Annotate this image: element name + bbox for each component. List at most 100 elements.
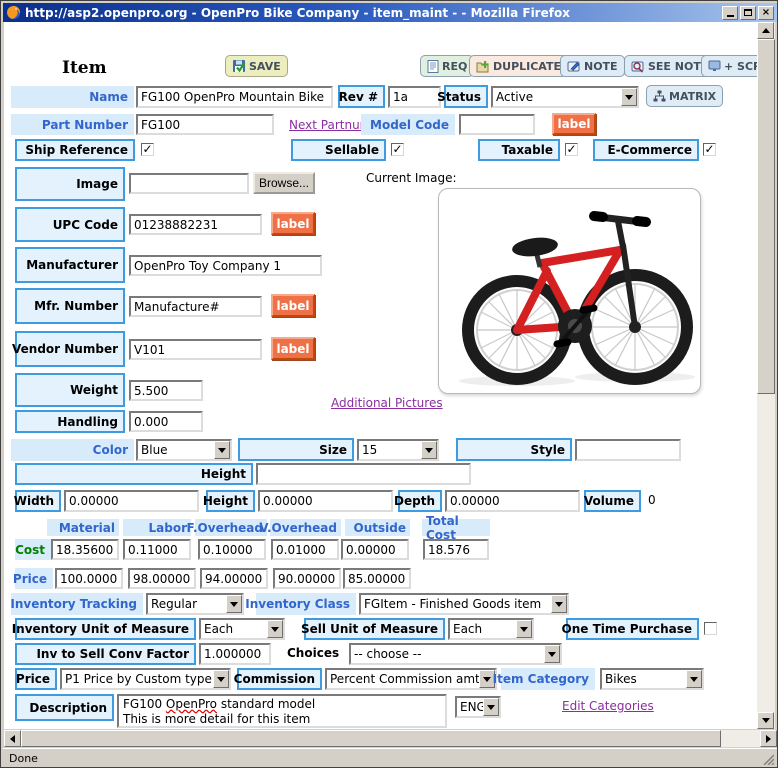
scroll-right-button[interactable] <box>760 730 777 747</box>
matrix-icon <box>653 90 666 102</box>
description-label: Description <box>15 694 114 721</box>
item-category-select[interactable]: Bikes <box>600 668 704 690</box>
width-input[interactable] <box>64 490 199 512</box>
chevron-down-icon[interactable] <box>621 88 637 106</box>
description-textarea[interactable]: FG100 OpenPro standard model This is mor… <box>117 694 447 728</box>
misspelled-word: OpenPro <box>166 697 217 711</box>
vertical-scroll-thumb[interactable] <box>757 39 775 394</box>
page-content: Item SAVE REQ DUPLICATE NOTE SEE NOTE + … <box>4 22 759 729</box>
title-bar[interactable]: http://asp2.openpro.org - OpenPro Bike C… <box>3 3 777 22</box>
vendor-number-input[interactable] <box>129 339 262 360</box>
vertical-scrollbar[interactable] <box>757 22 775 729</box>
style-input[interactable] <box>575 439 681 461</box>
cost-labor-input[interactable] <box>123 539 191 560</box>
status-select[interactable]: Active <box>491 86 639 108</box>
volume-label: Volume <box>584 490 641 512</box>
handling-input[interactable] <box>129 411 203 432</box>
total-cost-input[interactable] <box>423 539 489 560</box>
color-select[interactable]: Blue <box>136 439 232 461</box>
note-button[interactable]: NOTE <box>560 55 625 77</box>
chevron-down-icon[interactable] <box>551 595 567 613</box>
height-input[interactable] <box>256 463 471 485</box>
taxable-checkbox[interactable] <box>565 143 578 156</box>
depth-input[interactable] <box>445 490 580 512</box>
status-bar: Done <box>3 748 777 767</box>
inventory-class-select[interactable]: FGItem - Finished Goods item <box>359 593 569 615</box>
vendor-number-label: Vendor Number <box>15 331 125 367</box>
inventory-tracking-select[interactable]: Regular <box>146 593 244 615</box>
choices-select[interactable]: -- choose -- <box>349 643 562 665</box>
chevron-down-icon[interactable] <box>214 441 230 459</box>
one-time-purchase-checkbox[interactable] <box>704 622 717 635</box>
floppy-save-icon <box>232 59 246 73</box>
browse-button[interactable]: Browse... <box>253 172 315 194</box>
sellable-checkbox[interactable] <box>391 143 404 156</box>
price-5-input[interactable] <box>343 568 411 589</box>
mfr-number-input[interactable] <box>129 296 262 317</box>
mfr-label-button[interactable]: label <box>271 294 315 317</box>
rev-input[interactable] <box>388 86 441 108</box>
next-partnum-link[interactable]: Next Partnum <box>289 118 371 132</box>
name-input[interactable] <box>136 86 333 108</box>
language-select[interactable]: ENG <box>455 696 501 718</box>
req-button[interactable]: REQ <box>420 55 474 77</box>
weight-input[interactable] <box>129 380 203 401</box>
conv-factor-input[interactable] <box>199 643 271 665</box>
commission-select[interactable]: Percent Commission amt <box>325 668 497 690</box>
cost-voverhead-input[interactable] <box>271 539 339 560</box>
scroll-left-button[interactable] <box>4 730 21 747</box>
chevron-down-icon[interactable] <box>483 698 499 716</box>
horizontal-scroll-thumb[interactable] <box>21 730 721 747</box>
inventory-uom-select[interactable]: Each <box>199 618 285 640</box>
ecommerce-checkbox[interactable] <box>703 143 716 156</box>
cost-foverhead-input[interactable] <box>198 539 266 560</box>
taxable-label: Taxable <box>478 139 560 161</box>
price-type-select[interactable]: P1 Price by Custom type <box>60 668 231 690</box>
chevron-down-icon[interactable] <box>226 595 242 613</box>
add-screen-button[interactable]: + SCREEN <box>701 55 759 77</box>
scroll-up-button[interactable] <box>757 22 774 39</box>
cost-material-input[interactable] <box>51 539 119 560</box>
part-number-input[interactable] <box>136 114 274 135</box>
current-product-image <box>438 188 701 394</box>
chevron-down-icon[interactable] <box>267 620 283 638</box>
horizontal-scrollbar[interactable] <box>4 730 777 747</box>
chevron-down-icon[interactable] <box>544 645 560 663</box>
model-code-input[interactable] <box>459 114 535 135</box>
additional-pictures-link[interactable]: Additional Pictures <box>331 396 443 410</box>
close-button[interactable]: × <box>758 6 774 20</box>
volume-value: 0 <box>648 493 656 507</box>
price-1-input[interactable] <box>55 568 123 589</box>
chevron-down-icon[interactable] <box>686 670 702 688</box>
manufacturer-input[interactable] <box>129 255 322 276</box>
model-code-label-button[interactable]: label <box>552 113 596 135</box>
maximize-button[interactable] <box>740 6 756 20</box>
vendor-label-button[interactable]: label <box>271 337 315 360</box>
duplicate-button[interactable]: DUPLICATE <box>469 55 568 77</box>
note-pencil-icon <box>567 60 581 73</box>
scroll-down-button[interactable] <box>757 712 774 729</box>
col-header-foverhead: F.Overhead <box>195 519 267 536</box>
cost-outside-input[interactable] <box>341 539 409 560</box>
resize-grip-icon[interactable] <box>761 752 774 765</box>
price-4-input[interactable] <box>273 568 341 589</box>
image-input[interactable] <box>129 173 249 194</box>
chevron-down-icon[interactable] <box>516 620 532 638</box>
size-select[interactable]: 15 <box>357 439 439 461</box>
upc-label-button[interactable]: label <box>271 212 315 235</box>
inventory-class-label: Inventory Class <box>256 593 356 615</box>
height2-input[interactable] <box>258 490 393 512</box>
save-button[interactable]: SAVE <box>225 55 288 77</box>
image-label: Image <box>15 167 125 201</box>
matrix-button[interactable]: MATRIX <box>646 85 723 107</box>
minimize-button[interactable] <box>722 6 738 20</box>
chevron-down-icon[interactable] <box>213 670 229 688</box>
price-3-input[interactable] <box>200 568 268 589</box>
chevron-down-icon[interactable] <box>421 441 437 459</box>
price-2-input[interactable] <box>128 568 196 589</box>
model-code-label: Model Code <box>361 114 455 135</box>
ship-reference-checkbox[interactable] <box>141 143 154 156</box>
sell-uom-select[interactable]: Each <box>448 618 534 640</box>
upc-code-input[interactable] <box>129 214 262 235</box>
edit-categories-link[interactable]: Edit Categories <box>562 699 654 713</box>
